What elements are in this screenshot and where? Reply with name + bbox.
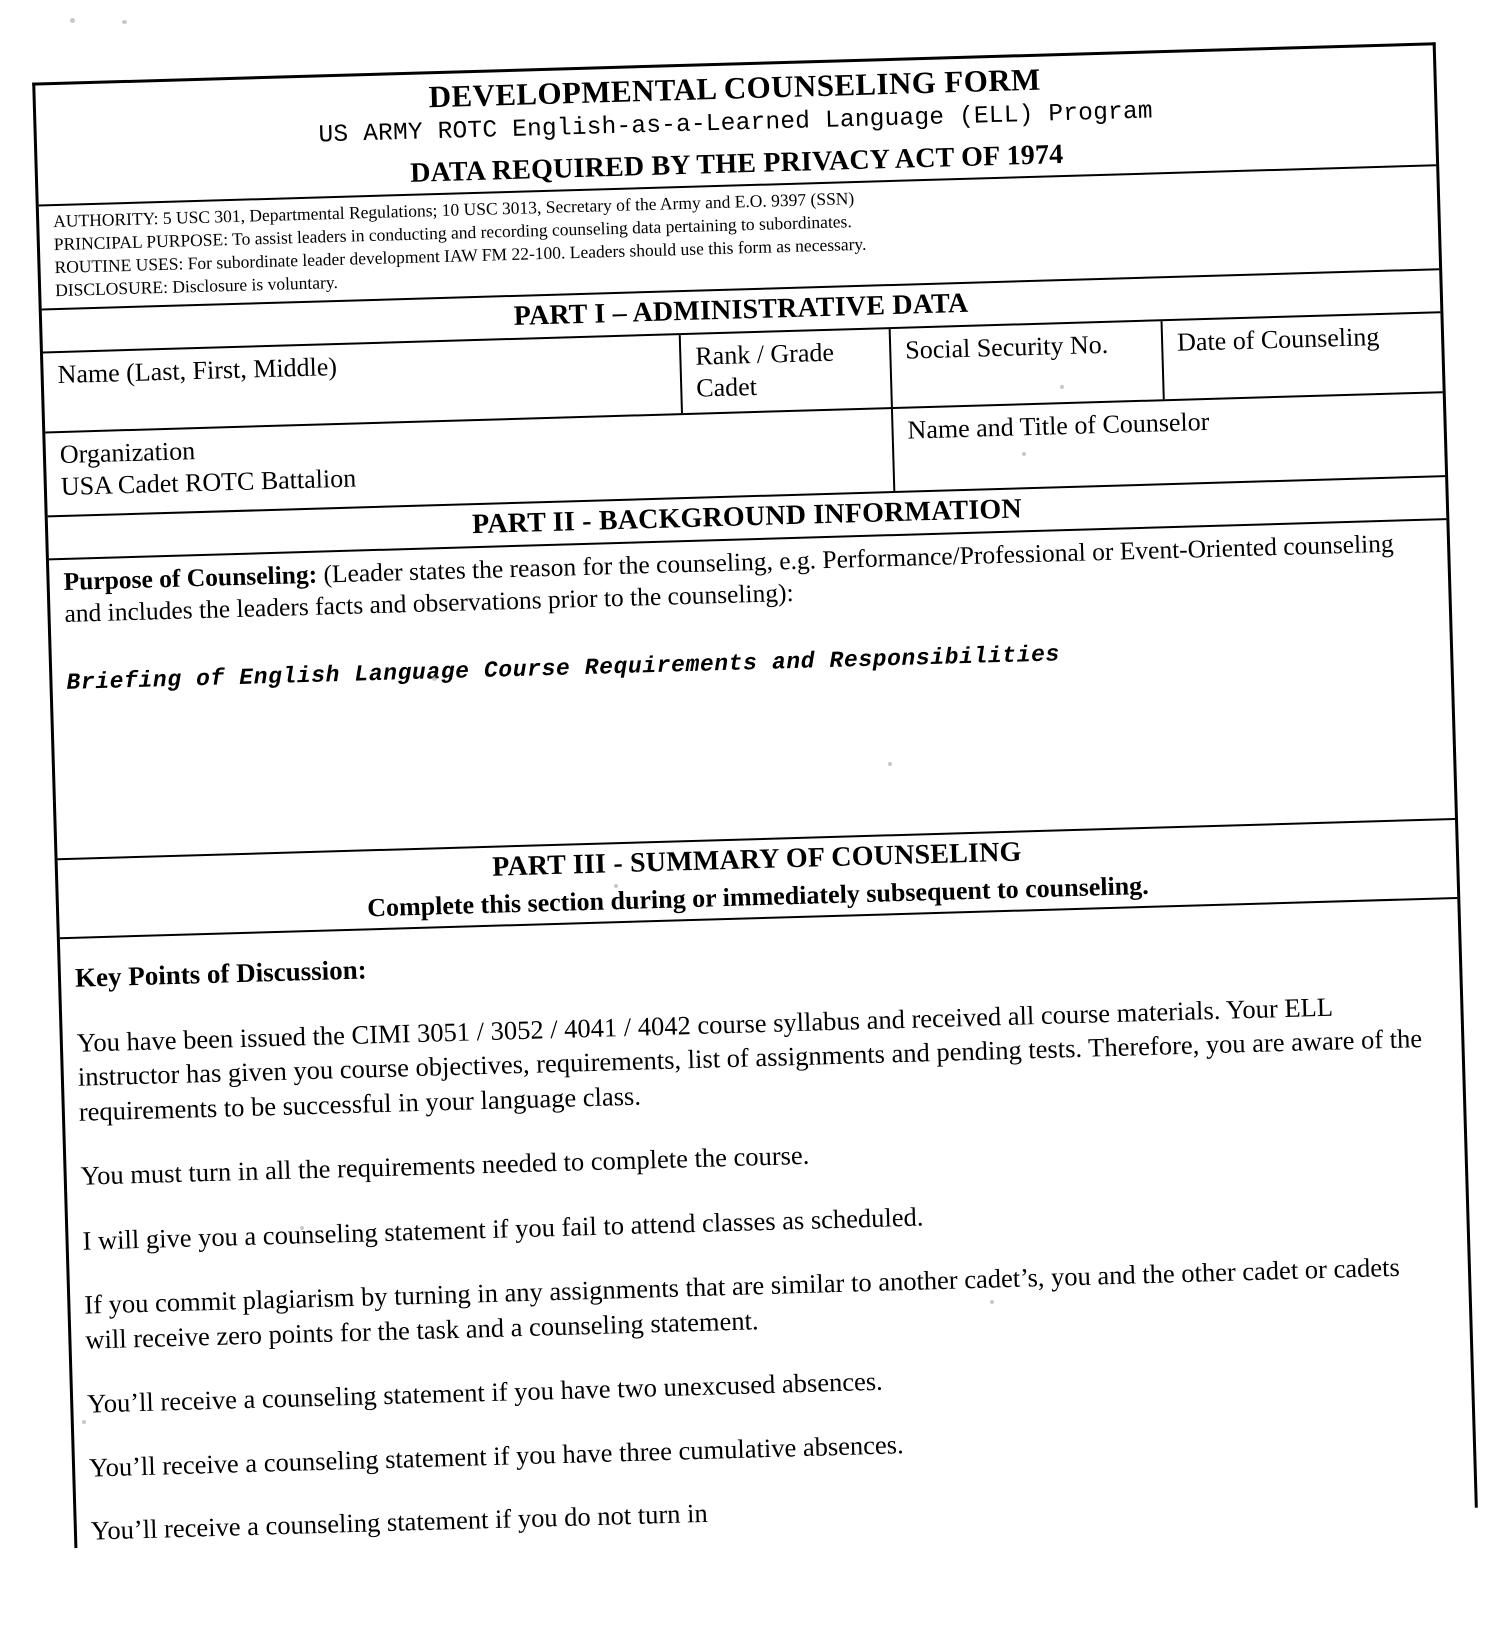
scan-speck [300, 1226, 304, 1230]
scan-speck [122, 20, 127, 24]
scan-speck [1022, 452, 1026, 456]
rank-grade-field[interactable]: Rank / Grade Cadet [681, 329, 893, 413]
scan-speck [82, 1420, 86, 1424]
scan-speck [432, 676, 437, 681]
scan-speck [614, 884, 618, 888]
rank-grade-value: Cadet [696, 367, 891, 404]
scan-speck [888, 762, 892, 766]
part3-summary-body[interactable]: Key Points of Discussion: You have been … [60, 899, 1475, 1548]
scan-speck [990, 1300, 994, 1304]
scan-speck [1060, 385, 1064, 389]
ssn-field[interactable]: Social Security No. [891, 321, 1165, 407]
counselor-label: Name and Title of Counselor [907, 399, 1444, 446]
page-skew-wrapper: DEVELOPMENTAL COUNSELING FORM US ARMY RO… [0, 0, 1500, 1642]
purpose-of-counseling-block: Purpose of Counseling: (Leader states th… [49, 520, 1455, 858]
date-of-counseling-label: Date of Counseling [1177, 319, 1442, 358]
counselor-field[interactable]: Name and Title of Counselor [893, 393, 1445, 491]
scanned-page-surface: DEVELOPMENTAL COUNSELING FORM US ARMY RO… [0, 0, 1500, 1500]
scan-speck [70, 18, 75, 23]
counseling-form-sheet: DEVELOPMENTAL COUNSELING FORM US ARMY RO… [32, 42, 1478, 1548]
date-of-counseling-field[interactable]: Date of Counseling [1163, 313, 1443, 399]
purpose-of-counseling-label: Purpose of Counseling: [63, 560, 317, 596]
ssn-label: Social Security No. [905, 327, 1162, 366]
